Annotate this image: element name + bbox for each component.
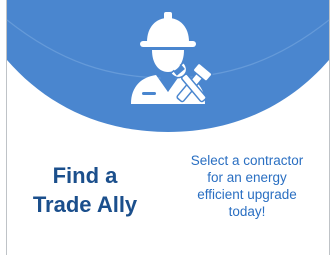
card-description: Select a contractor for an energy effici…	[166, 152, 328, 220]
hero-banner	[0, 0, 336, 140]
card-title: Find a Trade Ally	[10, 161, 160, 219]
find-trade-ally-card[interactable]: Find a Trade Ally Select a contractor fo…	[0, 0, 336, 255]
card-description-line: today!	[228, 204, 266, 219]
hero-graphic	[6, 0, 330, 132]
card-description-line: Select a contractor	[190, 153, 304, 168]
card-description-line: for an energy	[207, 170, 287, 185]
card-title-line: Find a	[52, 163, 118, 188]
card-title-line: Trade Ally	[32, 192, 138, 217]
card-description-line: efficient upgrade	[197, 187, 297, 202]
